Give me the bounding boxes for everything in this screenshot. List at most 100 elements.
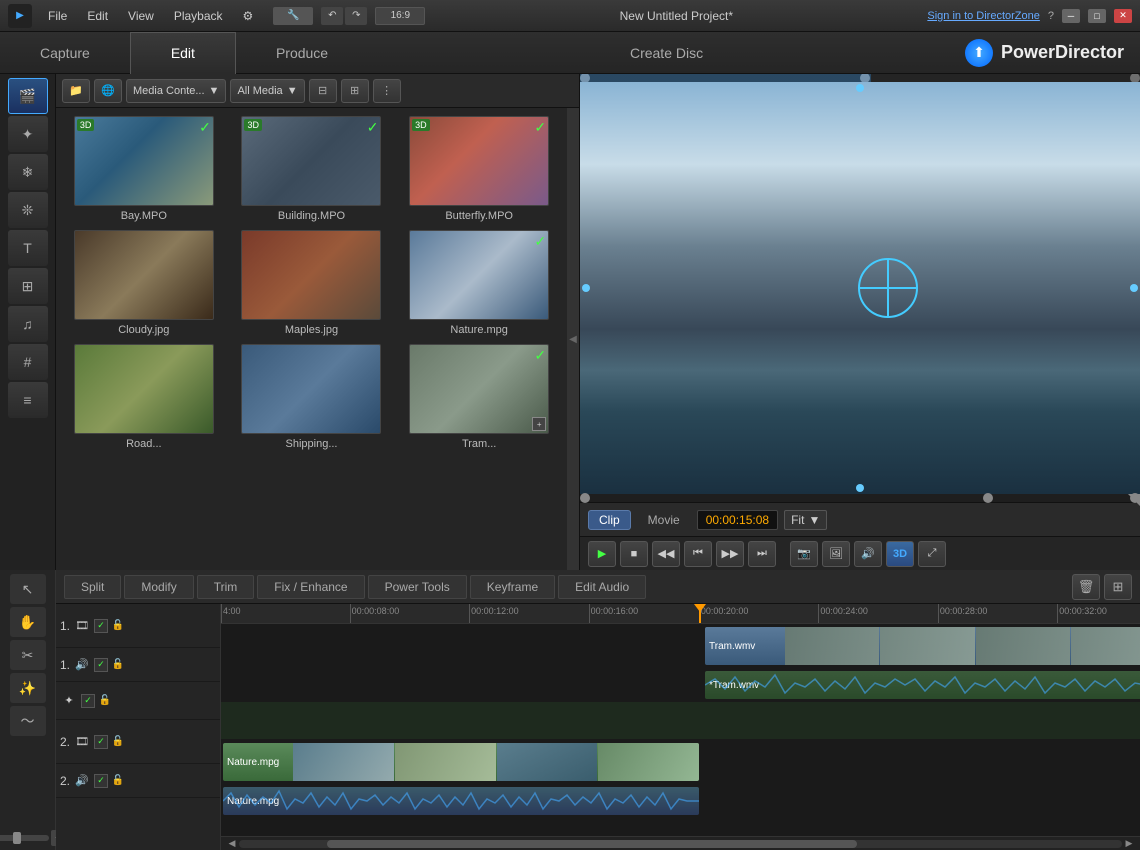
import-folder-button[interactable]: 📁 (62, 79, 90, 103)
movie-mode-btn[interactable]: Movie (637, 510, 691, 530)
clip-mode-btn[interactable]: Clip (588, 510, 631, 530)
panel-collapse-handle[interactable]: ◀ (567, 108, 579, 570)
timeline-tab-editaudio[interactable]: Edit Audio (558, 575, 646, 599)
media-filter-dropdown[interactable]: All Media ▼ (230, 79, 304, 103)
scrollbar-thumb[interactable] (327, 840, 857, 848)
stop-button[interactable]: ■ (620, 541, 648, 567)
clip-nature-video[interactable]: Nature.mpg (223, 743, 699, 781)
track-check-1a[interactable]: ✓ (94, 658, 108, 672)
sidebar-transitions-btn[interactable]: ❄ (8, 154, 48, 190)
timeline-tab-split[interactable]: Split (64, 575, 121, 599)
track-icon-2v: 🎞 (73, 733, 91, 751)
clip-tram-video[interactable]: Tram.wmv (705, 627, 1140, 665)
grid-view-button[interactable]: ⊞ (341, 79, 369, 103)
timeline-tab-keyframe[interactable]: Keyframe (470, 575, 555, 599)
volume-button[interactable]: 🔊 (854, 541, 882, 567)
sign-in-link[interactable]: Sign in to DirectorZone (927, 10, 1040, 22)
track-lock-1a[interactable]: 🔓 (111, 658, 125, 672)
preview-controls-bar: Clip Movie 00:00:15:08 Fit ▼ (580, 502, 1140, 536)
media-item-nature[interactable]: ✓ Nature.mpg (399, 230, 559, 336)
undo-button[interactable]: ↶ (321, 7, 343, 25)
maximize-button[interactable]: □ (1088, 9, 1106, 23)
timeline-hand-btn[interactable]: ✋ (10, 607, 46, 637)
timeline-tab-powertools[interactable]: Power Tools (368, 575, 467, 599)
track-check-2v[interactable]: ✓ (94, 735, 108, 749)
sidebar-chapter-btn[interactable]: # (8, 344, 48, 380)
prev-frame-button[interactable]: ◀◀ (652, 541, 680, 567)
media-thumb-tram: ✓ + (409, 344, 549, 434)
media-item-bay[interactable]: 3D ✓ Bay.MPO (64, 116, 224, 222)
menu-edit[interactable]: Edit (79, 7, 116, 25)
nav-create-disc[interactable]: Create Disc (368, 45, 965, 61)
overlay-button[interactable]: 🖼 (822, 541, 850, 567)
timeline-delete-btn[interactable]: 🗑 (1072, 574, 1100, 600)
next-frame-button[interactable]: ▶▶ (716, 541, 744, 567)
timeline-tab-trim[interactable]: Trim (197, 575, 255, 599)
sidebar-subtitle-btn[interactable]: ≡ (8, 382, 48, 418)
media-more-button[interactable]: ⋮ (373, 79, 401, 103)
timeline-razor-btn[interactable]: ✂ (10, 640, 46, 670)
sidebar-pip-btn[interactable]: ⊞ (8, 268, 48, 304)
redo-button[interactable]: ↷ (345, 7, 367, 25)
timeline-ruler[interactable]: 4:00 00:00:08:00 00:00:12:00 00:00:16:00… (221, 604, 1140, 624)
help-button[interactable]: ? (1048, 10, 1054, 22)
timeline-cursor-btn[interactable]: ↖ (10, 574, 46, 604)
close-button[interactable]: ✕ (1114, 9, 1132, 23)
check-butterfly: ✓ (534, 119, 546, 136)
timeline-tab-fix[interactable]: Fix / Enhance (257, 575, 364, 599)
next-clip-button[interactable]: ⏭ (748, 541, 776, 567)
sidebar-media-btn[interactable]: 🎬 (8, 78, 48, 114)
storyboard-view-button[interactable]: ⊟ (309, 79, 337, 103)
timeline-snake-btn[interactable]: 〜 (10, 706, 46, 736)
media-item-maples[interactable]: Maples.jpg (232, 230, 392, 336)
track-lock-fx[interactable]: 🔓 (98, 694, 112, 708)
track-lock-2a[interactable]: 🔓 (111, 774, 125, 788)
sidebar-particle-btn[interactable]: ❊ (8, 192, 48, 228)
track-num-1a: 1. (60, 658, 70, 672)
media-item-shipping[interactable]: Shipping... (232, 344, 392, 450)
sidebar-text-btn[interactable]: T (8, 230, 48, 266)
media-content-dropdown[interactable]: Media Conte... ▼ (126, 79, 226, 103)
tab-produce[interactable]: Produce (236, 32, 368, 74)
snapshot-button[interactable]: 📷 (790, 541, 818, 567)
media-item-cloudy[interactable]: Cloudy.jpg (64, 230, 224, 336)
scroll-left-arrow[interactable]: ◀ (225, 837, 239, 850)
minimize-button[interactable]: ─ (1062, 9, 1080, 23)
menu-settings-icon[interactable]: ⚙ (235, 7, 262, 25)
preview-seekbar-top[interactable] (580, 74, 1140, 82)
sidebar-effects-btn[interactable]: ✦ (8, 116, 48, 152)
track-check-1v[interactable]: ✓ (94, 619, 108, 633)
scrollbar-track[interactable] (239, 840, 1122, 848)
track-lock-2v[interactable]: 🔓 (111, 735, 125, 749)
media-item-tram[interactable]: ✓ + Tram... (399, 344, 559, 450)
track-check-fx[interactable]: ✓ (81, 694, 95, 708)
menu-playback[interactable]: Playback (166, 7, 231, 25)
timeline-scrollbar[interactable]: ◀ ▶ (221, 836, 1140, 850)
menu-file[interactable]: File (40, 7, 75, 25)
track-lock-1v[interactable]: 🔓 (111, 619, 125, 633)
track-check-2a[interactable]: ✓ (94, 774, 108, 788)
timeline-left-sidebar: ↖ ✋ ✂ ✨ 〜 − + ◀ (0, 570, 56, 850)
prev-clip-button[interactable]: ⏮ (684, 541, 712, 567)
zoom-fit-dropdown[interactable]: Fit ▼ (784, 510, 827, 530)
timeline-magic-btn[interactable]: ✨ (10, 673, 46, 703)
scroll-right-arrow[interactable]: ▶ (1122, 837, 1136, 850)
menu-view[interactable]: View (120, 7, 162, 25)
media-item-road[interactable]: Road... (64, 344, 224, 450)
import-web-button[interactable]: 🌐 (94, 79, 122, 103)
media-item-butterfly[interactable]: 3D ✓ Butterfly.MPO (399, 116, 559, 222)
fullscreen-button[interactable]: ⤢ (918, 541, 946, 567)
timeline-tab-modify[interactable]: Modify (124, 575, 193, 599)
zoom-slider[interactable] (0, 835, 49, 841)
tab-edit[interactable]: Edit (130, 32, 236, 74)
clip-tram-audio[interactable]: *Tram.wmv (705, 671, 1140, 699)
preview-seekbar-bottom[interactable] (580, 494, 1140, 502)
media-item-building[interactable]: 3D ✓ Building.MPO (232, 116, 392, 222)
play-button[interactable]: ▶ (588, 541, 616, 567)
timeline-main: 4:00 00:00:08:00 00:00:12:00 00:00:16:00… (221, 604, 1140, 850)
tab-capture[interactable]: Capture (0, 32, 130, 74)
timeline-snap-btn[interactable]: ⊞ (1104, 574, 1132, 600)
clip-nature-audio[interactable]: Nature.mpg (223, 787, 699, 815)
3d-button[interactable]: 3D (886, 541, 914, 567)
sidebar-audio-btn[interactable]: ♫ (8, 306, 48, 342)
